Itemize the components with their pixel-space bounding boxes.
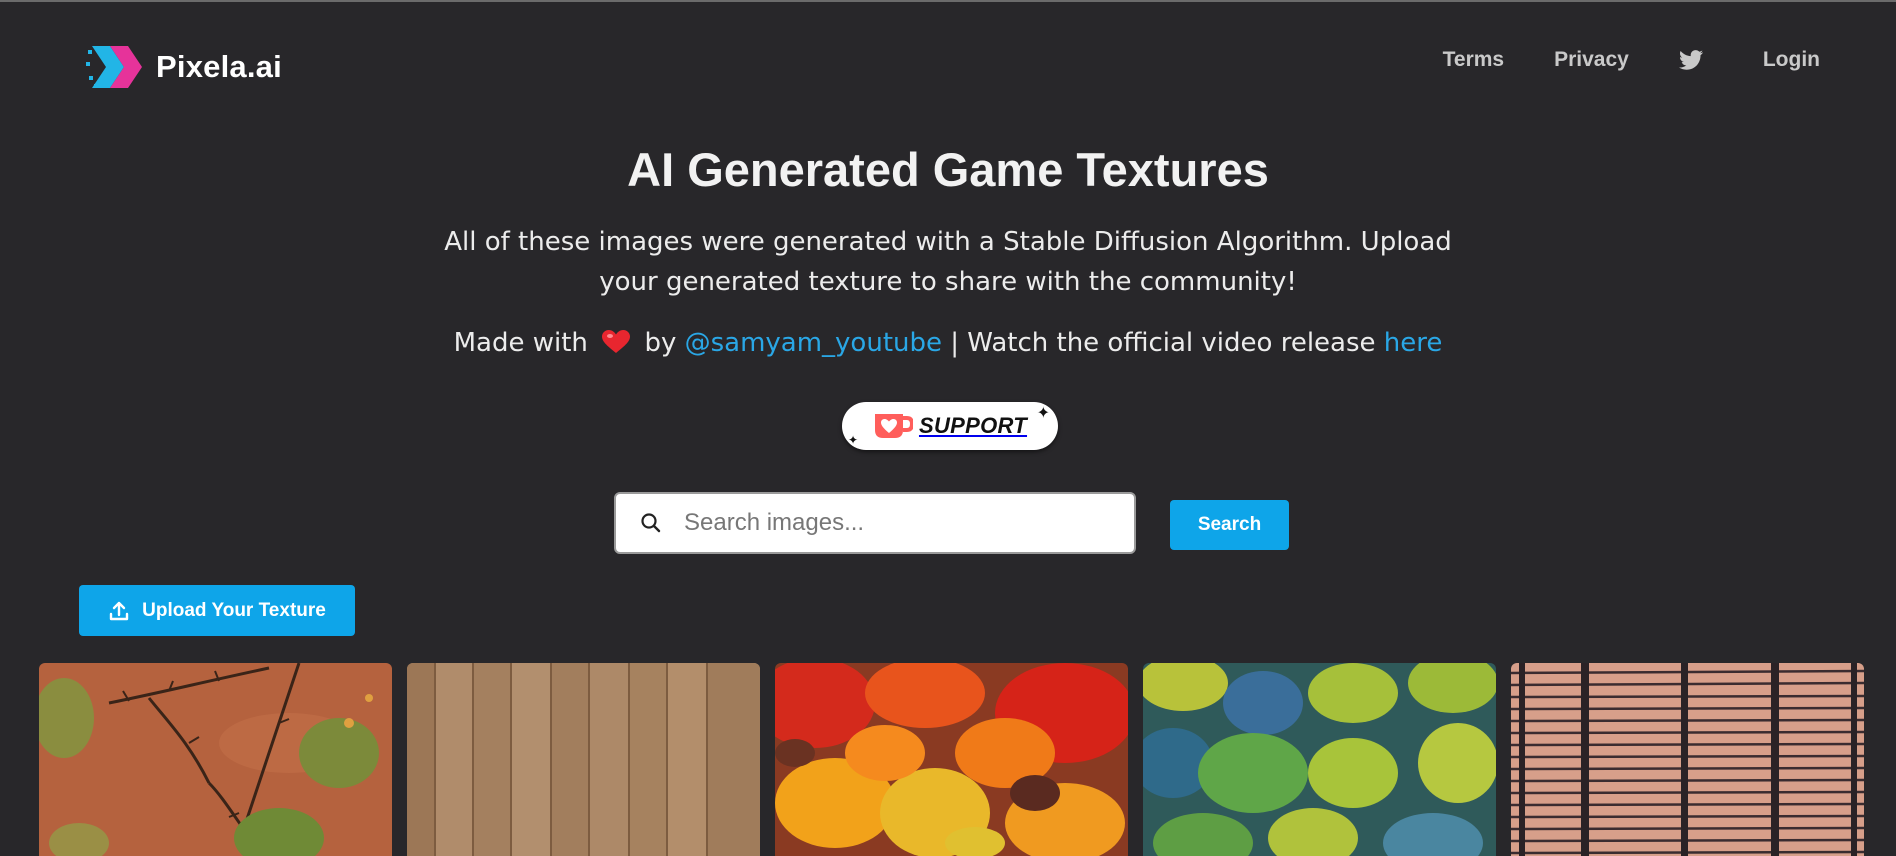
support-button[interactable]: SUPPORT ✦ ✦ bbox=[842, 402, 1058, 450]
texture-tile-desert-thorns[interactable] bbox=[39, 663, 392, 856]
texture-tile-wood-planks[interactable] bbox=[407, 663, 760, 856]
search-icon bbox=[641, 513, 661, 533]
brand-logo[interactable]: Pixela.ai bbox=[86, 40, 282, 94]
author-link[interactable]: @samyam_youtube bbox=[685, 328, 942, 358]
nav-terms-link[interactable]: Terms bbox=[1443, 48, 1504, 72]
credit-prefix: Made with bbox=[453, 328, 588, 358]
sparkle-icon: ✦ bbox=[848, 433, 859, 447]
wood-planks-texture bbox=[407, 663, 760, 856]
pixela-logo-icon bbox=[86, 46, 142, 88]
video-link[interactable]: here bbox=[1384, 328, 1443, 358]
sparkle-icon: ✦ bbox=[1036, 405, 1050, 422]
grass-tufts-texture bbox=[1143, 663, 1496, 856]
support-label: SUPPORT bbox=[918, 413, 1028, 438]
hero-subtitle: All of these images were generated with … bbox=[444, 227, 1452, 297]
nav-login-link[interactable]: Login bbox=[1763, 48, 1820, 72]
upload-icon bbox=[109, 601, 129, 620]
top-nav: Terms Privacy Login bbox=[1443, 48, 1820, 72]
search-input[interactable] bbox=[684, 509, 1104, 537]
search-bar bbox=[614, 492, 1136, 554]
search-button[interactable]: Search bbox=[1170, 500, 1289, 550]
credit-by: by bbox=[644, 328, 677, 358]
autumn-leaves-texture bbox=[775, 663, 1128, 856]
rope-wall-texture bbox=[1511, 663, 1864, 856]
upload-label: Upload Your Texture bbox=[142, 599, 326, 621]
page-title: AI Generated Game Textures bbox=[627, 143, 1269, 196]
twitter-link[interactable] bbox=[1678, 49, 1703, 71]
desert-thorns-texture bbox=[39, 663, 392, 856]
brand-name: Pixela.ai bbox=[156, 49, 282, 84]
upload-texture-button[interactable]: Upload Your Texture bbox=[79, 585, 355, 636]
texture-tile-rope-wall[interactable] bbox=[1511, 663, 1864, 856]
coffee-cup-icon bbox=[874, 414, 913, 438]
credit-line: Made with by @samyam_youtube | Watch the… bbox=[0, 328, 1896, 358]
texture-tile-autumn-leaves[interactable] bbox=[775, 663, 1128, 856]
heart-icon bbox=[602, 330, 631, 353]
texture-gallery bbox=[39, 663, 1864, 856]
twitter-icon bbox=[1678, 50, 1703, 70]
credit-middle: | Watch the official video release bbox=[950, 328, 1376, 358]
texture-tile-grass-tufts[interactable] bbox=[1143, 663, 1496, 856]
nav-privacy-link[interactable]: Privacy bbox=[1554, 48, 1629, 72]
